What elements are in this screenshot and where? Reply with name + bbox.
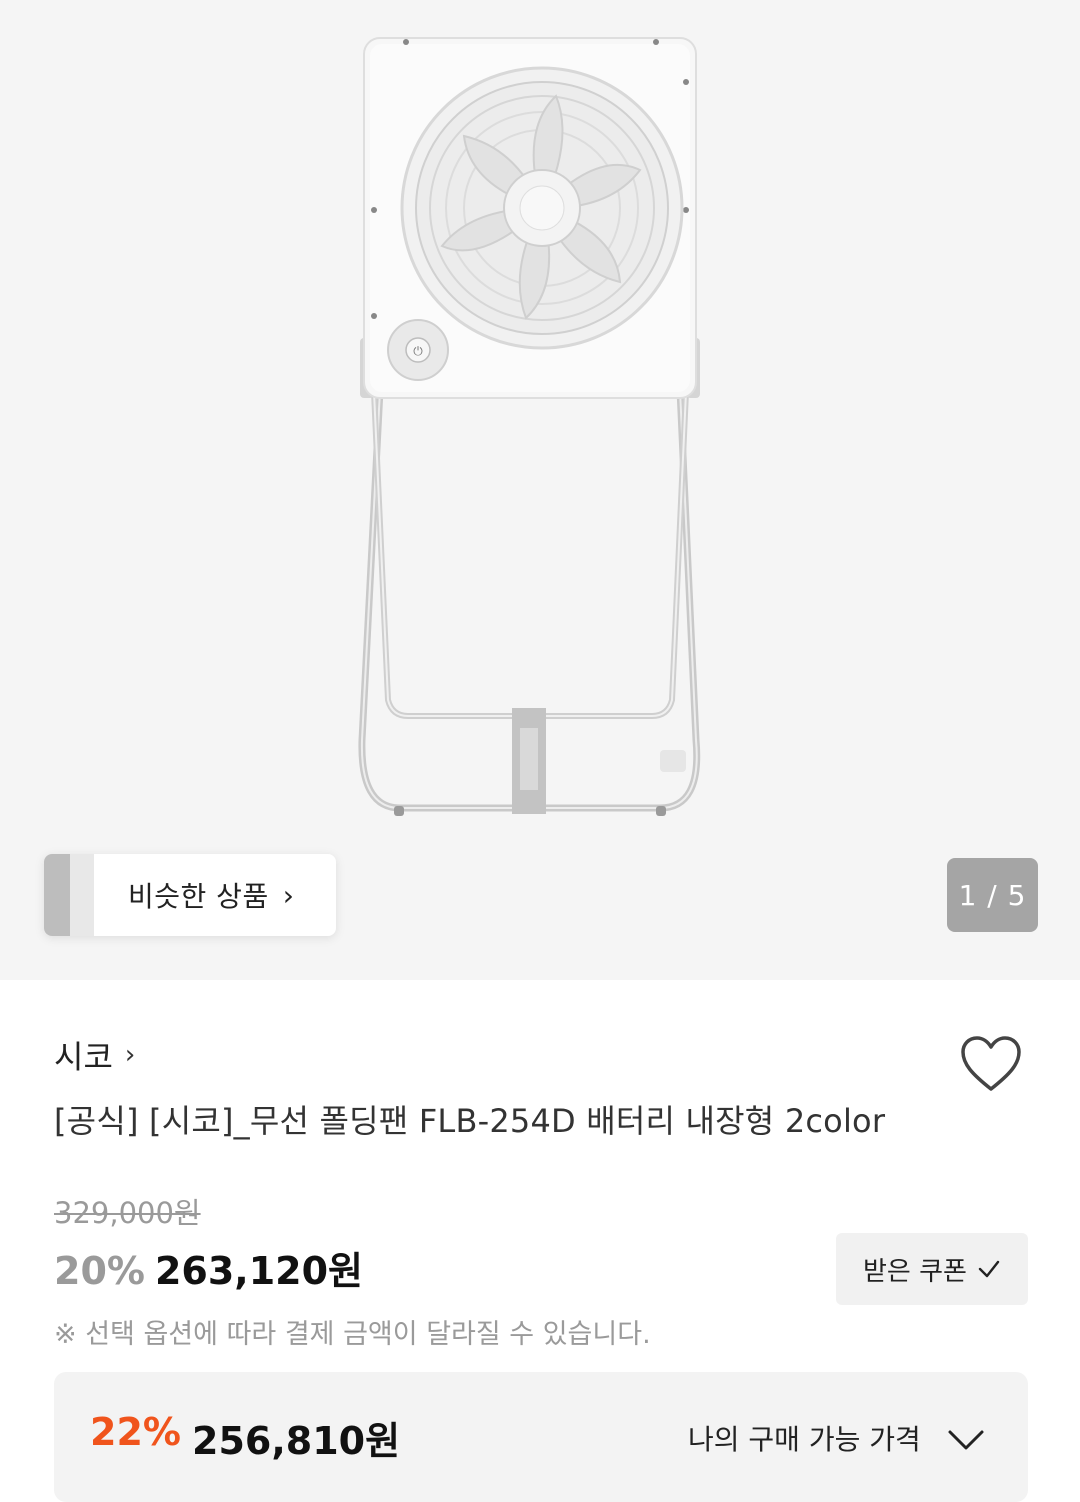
discount-rate: 20% [54,1249,145,1293]
similar-products-thumbnail [44,854,94,936]
my-price-panel[interactable]: 22% 256,810원 나의 구매 가능 가격 [54,1372,1028,1502]
sale-price-row: 20% 263,120원 [54,1240,363,1295]
chevron-down-icon [948,1430,984,1450]
similar-products-label: 비슷한 상품 [128,880,269,913]
svg-text:⏻: ⏻ [413,344,423,358]
price-notice: ※ 선택 옵션에 따라 결제 금액이 달라질 수 있습니다. [54,1319,651,1350]
chevron-right-icon: › [124,1040,136,1070]
my-price-label: 나의 구매 가능 가격 [688,1423,921,1456]
chevron-right-icon: › [282,878,294,912]
similar-products-button[interactable]: 비슷한 상품 › [44,854,336,936]
sale-price: 263,120원 [154,1249,364,1293]
my-discount-rate: 22% [90,1410,181,1454]
brand-name: 시코 [54,1038,113,1076]
my-price: 256,810원 [192,1419,401,1463]
brand-link[interactable]: 시코 › [54,1032,135,1078]
heart-outline-icon[interactable] [958,1034,1024,1094]
product-gallery[interactable]: ⏻ 비슷한 상품 › 1 / 5 [0,0,1080,980]
received-coupon-button[interactable]: 받은 쿠폰 [836,1233,1028,1305]
coupon-label: 받은 쿠폰 [863,1256,967,1287]
product-title: [공식] [시코]_무선 폴딩팬 FLB-254D 배터리 내장형 2color [54,1102,886,1140]
check-icon [978,1260,1000,1278]
original-price: 329,000원 [54,1196,201,1230]
image-counter: 1 / 5 [947,858,1038,932]
product-image: ⏻ [358,37,701,816]
